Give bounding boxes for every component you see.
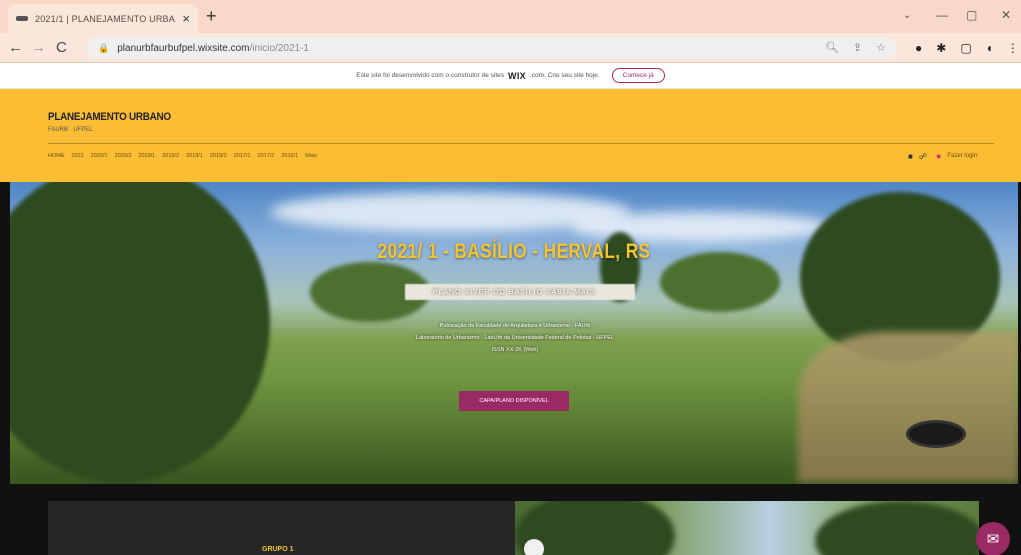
menu-item[interactable]: 2016/1 — [281, 153, 298, 159]
reload-icon[interactable]: C — [56, 39, 67, 56]
user-avatar-icon[interactable]: ● — [936, 151, 941, 161]
menu-item[interactable]: 2020/1 — [91, 153, 108, 159]
wix-banner-text2: .com. Crie seu site hoje. — [529, 72, 600, 79]
menu-item[interactable]: 2017/2 — [258, 153, 275, 159]
menu-item[interactable]: 2019/1 — [138, 153, 155, 159]
site-favicon-icon — [16, 16, 28, 21]
hero-tire — [906, 420, 966, 448]
minimize-icon[interactable]: — — [936, 8, 948, 22]
hero-title: 2021/ 1 - BASÍLIO - HERVAL, RS — [377, 240, 651, 263]
hero-banner: 2021/ 1 - BASÍLIO - HERVAL, RS PLANO VIV… — [10, 182, 1018, 484]
hero-ground — [798, 332, 1018, 482]
menu-item[interactable]: 2020/2 — [115, 153, 132, 159]
wix-banner-text: Este site foi desenvolvido com o constru… — [356, 72, 505, 79]
back-arrow-icon[interactable]: ← — [8, 39, 23, 56]
close-window-icon[interactable]: ✕ — [1001, 8, 1011, 22]
wix-logo: WIX — [508, 70, 526, 81]
site-subtitle: FAURB · UFPEL — [48, 127, 93, 133]
login-link[interactable]: Fazer login — [947, 153, 977, 159]
extension-icon[interactable]: ● — [915, 41, 922, 55]
photo-tree — [815, 501, 979, 555]
hero-desc-line: ISSN XX-2K (Web) — [491, 347, 539, 353]
more-menu-icon[interactable]: ⋮ — [1007, 41, 1019, 55]
zoom-icon[interactable]: 🔍︎ — [825, 41, 839, 54]
menu-item[interactable]: 2018/1 — [186, 153, 203, 159]
tab-search-icon[interactable]: ⌄ — [903, 10, 911, 21]
wix-banner: Este site foi desenvolvido com o constru… — [0, 63, 1021, 89]
wix-start-button[interactable]: Comece já — [611, 68, 665, 83]
omnibox-actions: 🔍︎ ⇪ ☆ — [825, 41, 886, 54]
browser-toolbar: ← → C 🔒 planurbfaurbufpel.wixsite.com /i… — [0, 33, 1021, 63]
main-menu: HOME 2021 2020/1 2020/2 2019/1 2019/2 20… — [48, 153, 317, 159]
header-divider — [48, 143, 994, 144]
extensions-bar: ● ✱ ▢ ◖ ⋮ — [915, 41, 1019, 55]
menu-item-more[interactable]: Mais — [305, 153, 317, 159]
new-tab-button[interactable]: + — [206, 6, 217, 27]
side-panel-icon[interactable]: ▢ — [960, 41, 971, 55]
menu-item[interactable]: 2021 — [72, 153, 84, 159]
site-title[interactable]: PLANEJAMENTO URBANO — [48, 111, 171, 123]
instagram-icon[interactable]: ☍ — [919, 152, 927, 161]
menu-item[interactable]: 2018/2 — [210, 153, 227, 159]
web-page: Este site foi desenvolvido com o constru… — [0, 63, 1021, 555]
lock-icon[interactable]: 🔒 — [98, 43, 109, 54]
menu-item[interactable]: 2019/2 — [162, 153, 179, 159]
address-bar[interactable]: 🔒 planurbfaurbufpel.wixsite.com /inicio/… — [86, 37, 896, 59]
menu-item[interactable]: HOME — [48, 153, 65, 159]
hero-tree — [10, 182, 270, 482]
browser-tab[interactable]: 2021/1 | PLANEJAMENTO URBA... × — [8, 4, 198, 33]
menu-item[interactable]: 2017/1 — [234, 153, 251, 159]
maximize-icon[interactable]: ▢ — [966, 8, 977, 22]
tab-close-icon[interactable]: × — [182, 11, 190, 26]
group-label: GRUPO 1 — [262, 546, 294, 553]
hero-desc-line: Laboratório de Urbanismo - LabUrb da Uni… — [415, 335, 615, 341]
slider-handle[interactable] — [524, 539, 544, 555]
hero-desc-line: Publicação da Faculdade de Arquitetura e… — [439, 323, 591, 329]
bookmark-star-icon[interactable]: ☆ — [876, 41, 886, 54]
forward-arrow-icon[interactable]: → — [31, 39, 46, 56]
hero-cta-button[interactable]: CAPA/PLANO DISPONÍVEL — [459, 391, 569, 411]
youtube-icon[interactable]: ■ — [908, 152, 913, 161]
browser-titlebar: 2021/1 | PLANEJAMENTO URBA... × + ⌄ — ▢ … — [0, 0, 1021, 33]
share-icon[interactable]: ⇪ — [853, 41, 862, 54]
hero-description: Publicação da Faculdade de Arquitetura e… — [390, 320, 640, 356]
hero-subtitle: PLANO VIVER DO BASÍLIO SABIA MAIS — [432, 289, 596, 296]
social-bar: ■ ☍ ● Fazer login — [908, 151, 977, 161]
puzzle-extensions-icon[interactable]: ✱ — [936, 41, 946, 55]
url-host: planurbfaurbufpel.wixsite.com — [117, 42, 250, 54]
url-path: /inicio/2021-1 — [249, 42, 309, 54]
chat-icon[interactable]: ✉ — [976, 522, 1010, 555]
profile-avatar-icon[interactable]: ◖ — [986, 41, 993, 55]
site-header: PLANEJAMENTO URBANO FAURB · UFPEL HOME 2… — [0, 89, 1021, 182]
group-photo — [515, 501, 979, 555]
tab-title: 2021/1 | PLANEJAMENTO URBA... — [35, 13, 177, 24]
